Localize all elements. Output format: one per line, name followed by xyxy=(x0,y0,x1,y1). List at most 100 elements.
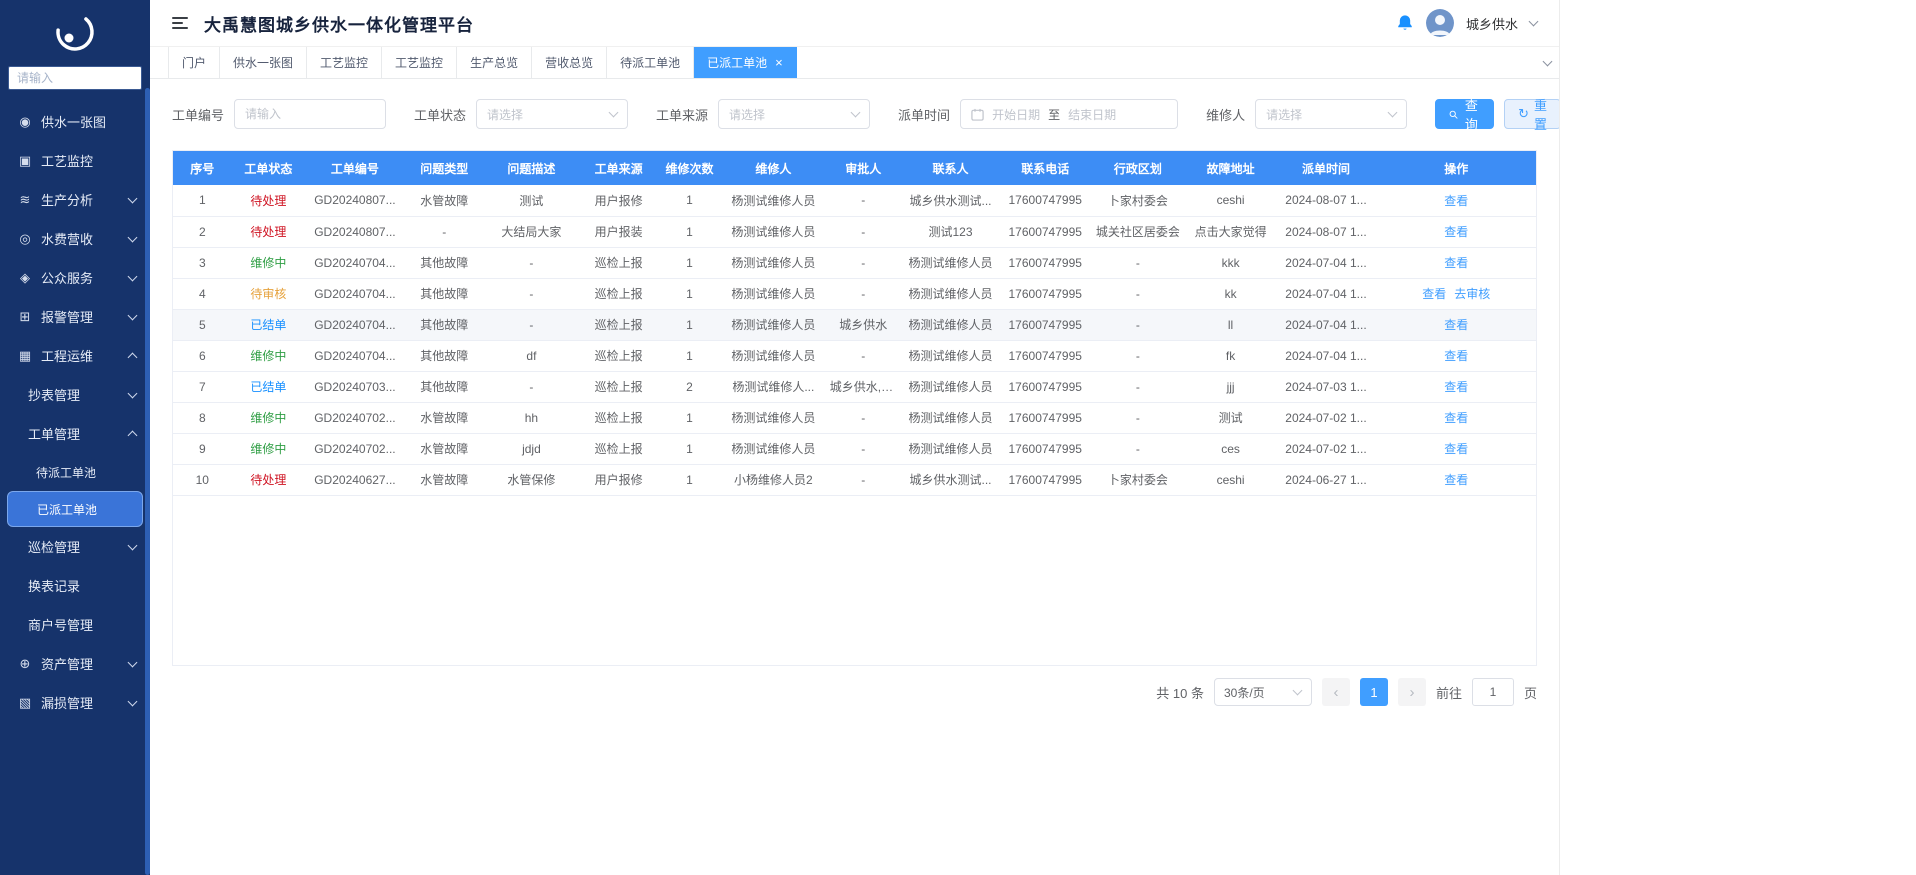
user-menu-chevron-icon[interactable] xyxy=(1529,17,1539,27)
view-link[interactable]: 查看 xyxy=(1444,442,1468,456)
issue-desc-cell: df xyxy=(484,340,579,371)
repairer-cell: 杨测试维修人员 xyxy=(721,185,826,216)
issue-desc-cell: 大结局大家 xyxy=(484,216,579,247)
source-select[interactable]: 请选择 xyxy=(718,99,870,129)
prev-page-button[interactable]: ‹ xyxy=(1322,678,1350,706)
issue-type-cell: 其他故障 xyxy=(405,340,484,371)
tab-water-map[interactable]: 供水一张图 xyxy=(220,47,307,78)
table-row[interactable]: 10待处理GD20240627...水管故障水管保修用户报修1小杨维修人员2-城… xyxy=(173,464,1536,495)
sidebar-item-engineering-ops[interactable]: ▦工程运维 xyxy=(0,336,150,375)
sidebar-search-input[interactable] xyxy=(8,66,142,90)
sidebar-item-leakage-management[interactable]: ▧漏损管理 xyxy=(0,683,150,722)
view-link[interactable]: 查看 xyxy=(1444,349,1468,363)
approver-cell: - xyxy=(826,340,901,371)
tab-pending-work-order-pool[interactable]: 待派工单池 xyxy=(607,47,694,78)
repair-count-cell: 1 xyxy=(658,309,721,340)
sidebar-item-asset-management[interactable]: ⊕资产管理 xyxy=(0,644,150,683)
page-size-value: 30条/页 xyxy=(1224,684,1265,701)
sidebar-menu: ◉供水一张图▣工艺监控≋生产分析◎水费营收◈公众服务⊞报警管理▦工程运维抄表管理… xyxy=(0,102,150,722)
sidebar-item-production-analysis[interactable]: ≋生产分析 xyxy=(0,180,150,219)
end-date-placeholder: 结束日期 xyxy=(1068,106,1116,123)
goto-page-input[interactable] xyxy=(1472,678,1514,706)
sidebar-item-water-map[interactable]: ◉供水一张图 xyxy=(0,102,150,141)
contact-cell: 杨测试维修人员 xyxy=(901,309,1000,340)
sidebar-item-work-order-management[interactable]: 工单管理 xyxy=(0,414,150,453)
approver-cell: - xyxy=(826,247,901,278)
approver-cell: - xyxy=(826,216,901,247)
water-map-icon: ◉ xyxy=(16,114,34,130)
status-select[interactable]: 请选择 xyxy=(476,99,628,129)
order-no-cell: GD20240627... xyxy=(305,464,404,495)
main-area: 大禹慧图城乡供水一体化管理平台 城乡供水 xyxy=(150,0,1559,875)
issue-type-cell: 其他故障 xyxy=(405,309,484,340)
notification-bell-icon[interactable] xyxy=(1396,14,1414,32)
tab-dispatched-work-order-pool[interactable]: 已派工单池× xyxy=(694,47,797,78)
view-link[interactable]: 查看 xyxy=(1444,411,1468,425)
tab-process-monitor-1[interactable]: 工艺监控 xyxy=(307,47,382,78)
page-content: 工单编号 工单状态 请选择 工单来源 请选择 xyxy=(150,79,1559,875)
tab-close-icon[interactable]: × xyxy=(775,56,783,69)
view-link[interactable]: 查看 xyxy=(1444,194,1468,208)
sidebar-item-label: 巡检管理 xyxy=(28,537,129,556)
next-page-button[interactable]: › xyxy=(1398,678,1426,706)
order-no-input[interactable] xyxy=(234,99,386,129)
sidebar-search xyxy=(0,56,150,94)
sidebar-item-pending-work-order-pool[interactable]: 待派工单池 xyxy=(0,453,150,491)
table-row[interactable]: 6维修中GD20240704...其他故障df巡检上报1杨测试维修人员-杨测试维… xyxy=(173,340,1536,371)
table-row[interactable]: 3维修中GD20240704...其他故障-巡检上报1杨测试维修人员-杨测试维修… xyxy=(173,247,1536,278)
view-link[interactable]: 查看 xyxy=(1444,380,1468,394)
sidebar-item-meter-reading[interactable]: 抄表管理 xyxy=(0,375,150,414)
table-row[interactable]: 4待审核GD20240704...其他故障-巡检上报1杨测试维修人员-杨测试维修… xyxy=(173,278,1536,309)
tab-process-monitor-2[interactable]: 工艺监控 xyxy=(382,47,457,78)
phone-cell: 17600747995 xyxy=(1000,216,1090,247)
repair-count-cell: 1 xyxy=(658,216,721,247)
menu-toggle-icon[interactable] xyxy=(172,17,188,29)
sidebar-item-public-service[interactable]: ◈公众服务 xyxy=(0,258,150,297)
dispatch-time-cell: 2024-07-02 1... xyxy=(1276,433,1377,464)
chevron-down-icon xyxy=(609,108,619,118)
tab-production-overview[interactable]: 生产总览 xyxy=(457,47,532,78)
tab-revenue-overview[interactable]: 营收总览 xyxy=(532,47,607,78)
actions-cell: 查看 xyxy=(1376,309,1536,340)
tab-overflow-icon[interactable] xyxy=(1544,47,1551,78)
status-cell: 维修中 xyxy=(232,433,306,464)
issue-type-cell: 水管故障 xyxy=(405,185,484,216)
approver-cell: - xyxy=(826,402,901,433)
table-row[interactable]: 1待处理GD20240807...水管故障测试用户报修1杨测试维修人员-城乡供水… xyxy=(173,185,1536,216)
order-no-label: 工单编号 xyxy=(172,105,224,124)
table-row[interactable]: 9维修中GD20240702...水管故障jdjd巡检上报1杨测试维修人员-杨测… xyxy=(173,433,1536,464)
app-title: 大禹慧图城乡供水一体化管理平台 xyxy=(204,11,474,36)
user-avatar[interactable] xyxy=(1426,9,1454,37)
sidebar-item-water-fee-revenue[interactable]: ◎水费营收 xyxy=(0,219,150,258)
table-row[interactable]: 8维修中GD20240702...水管故障hh巡检上报1杨测试维修人员-杨测试维… xyxy=(173,402,1536,433)
fault-address-cell: ceshi xyxy=(1186,185,1276,216)
reset-button[interactable]: ↻ 重置 xyxy=(1504,99,1559,129)
page-size-select[interactable]: 30条/页 xyxy=(1214,678,1312,706)
tab-portal[interactable]: 门户 xyxy=(168,47,220,78)
dispatch-time-range-picker[interactable]: 开始日期 至 结束日期 xyxy=(960,99,1178,129)
sidebar-item-alarm-management[interactable]: ⊞报警管理 xyxy=(0,297,150,336)
view-link[interactable]: 查看 xyxy=(1444,256,1468,270)
sidebar-scrollbar[interactable] xyxy=(145,88,150,875)
dispatch-time-cell: 2024-07-04 1... xyxy=(1276,247,1377,278)
search-button[interactable]: 查询 xyxy=(1435,99,1494,129)
approver-cell: 城乡供水 xyxy=(826,309,901,340)
view-link[interactable]: 查看 xyxy=(1422,287,1446,301)
go-audit-link[interactable]: 去审核 xyxy=(1454,287,1490,301)
repairer-select[interactable]: 请选择 xyxy=(1255,99,1407,129)
tab-label: 门户 xyxy=(182,54,206,71)
sidebar-item-process-monitor[interactable]: ▣工艺监控 xyxy=(0,141,150,180)
tab-list: 门户供水一张图工艺监控工艺监控生产总览营收总览待派工单池已派工单池× xyxy=(168,47,797,78)
view-link[interactable]: 查看 xyxy=(1444,318,1468,332)
table-row[interactable]: 2待处理GD20240807...-大结局大家用户报装1杨测试维修人员-测试12… xyxy=(173,216,1536,247)
table-row[interactable]: 5已结单GD20240704...其他故障-巡检上报1杨测试维修人员城乡供水杨测… xyxy=(173,309,1536,340)
sidebar-item-inspection-management[interactable]: 巡检管理 xyxy=(0,527,150,566)
page-1-button[interactable]: 1 xyxy=(1360,678,1388,706)
view-link[interactable]: 查看 xyxy=(1444,473,1468,487)
table-row[interactable]: 7已结单GD20240703...其他故障-巡检上报2杨测试维修人...城乡供水… xyxy=(173,371,1536,402)
sidebar-item-merchant-id-management[interactable]: 商户号管理 xyxy=(0,605,150,644)
username[interactable]: 城乡供水 xyxy=(1466,14,1518,33)
sidebar-item-dispatched-work-order-pool[interactable]: 已派工单池 xyxy=(7,491,143,527)
sidebar-item-meter-replacement-records[interactable]: 换表记录 xyxy=(0,566,150,605)
view-link[interactable]: 查看 xyxy=(1444,225,1468,239)
